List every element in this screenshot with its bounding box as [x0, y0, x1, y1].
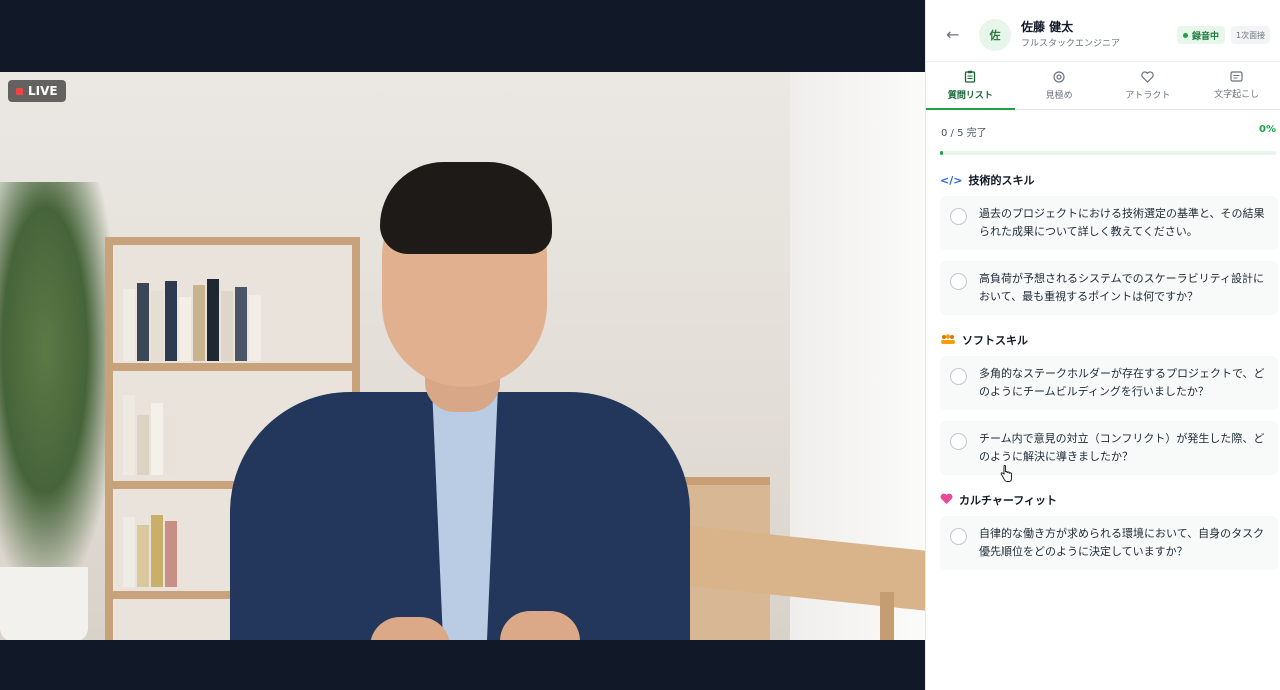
- question-item[interactable]: 過去のプロジェクトにおける技術選定の基準と、その結果られた成果について詳しく教え…: [940, 196, 1278, 250]
- tab-transcript[interactable]: 文字起こし: [1192, 62, 1280, 109]
- question-text: 自律的な働き方が求められる環境において、自身のタスク優先順位をどのように決定して…: [979, 527, 1265, 558]
- tab-label: 見極め: [1045, 90, 1073, 101]
- section-title: カルチャーフィット: [959, 494, 1058, 507]
- tab-label: 質問リスト: [947, 91, 993, 101]
- live-label: LIVE: [28, 84, 58, 98]
- candidate-role: フルスタックエンジニア: [1021, 39, 1121, 49]
- background-plant: [0, 182, 120, 602]
- interviewee: [220, 162, 700, 640]
- heart-icon: [940, 493, 953, 508]
- section-title: 技術的スキル: [968, 174, 1035, 187]
- back-arrow-icon[interactable]: ←: [946, 26, 964, 44]
- question-checkbox[interactable]: [950, 433, 967, 450]
- interview-panel: ← 佐 佐藤 健太 フルスタックエンジニア 録音中 1次面接 質問リスト 見極め…: [925, 0, 1280, 690]
- question-text: 過去のプロジェクトにおける技術選定の基準と、その結果られた成果について詳しく教え…: [979, 207, 1265, 238]
- live-badge: LIVE: [8, 80, 66, 102]
- code-icon: </>: [940, 173, 963, 187]
- section-culture-fit: カルチャーフィット: [940, 492, 1057, 508]
- candidate-name: 佐藤 健太: [1021, 20, 1074, 34]
- question-item[interactable]: 自律的な働き方が求められる環境において、自身のタスク優先順位をどのように決定して…: [940, 516, 1278, 570]
- people-icon: [940, 333, 956, 347]
- question-checkbox[interactable]: [950, 368, 967, 385]
- progress-count: 0 / 5 完了: [941, 128, 987, 139]
- question-text: 多角的なステークホルダーが存在するプロジェクトで、どのようにチームビルディングを…: [979, 367, 1265, 398]
- question-text: チーム内で意見の対立（コンフリクト）が発生した際、どのように解決に導きましたか？: [979, 432, 1265, 463]
- progress-bar: [940, 151, 1276, 155]
- tab-question-list[interactable]: 質問リスト: [926, 62, 1015, 110]
- question-item[interactable]: チーム内で意見の対立（コンフリクト）が発生した際、どのように解決に導きましたか？: [940, 421, 1278, 475]
- question-checkbox[interactable]: [950, 528, 967, 545]
- progress-percent: 0%: [1259, 124, 1276, 135]
- avatar: 佐: [979, 19, 1011, 51]
- panel-tabs: 質問リスト 見極め アトラクト 文字起こし: [926, 62, 1280, 110]
- recording-badge: 録音中: [1177, 26, 1226, 44]
- transcript-icon: [1230, 71, 1243, 84]
- recording-label: 録音中: [1192, 31, 1220, 42]
- question-checkbox[interactable]: [950, 208, 967, 225]
- candidate-header: ← 佐 佐藤 健太 フルスタックエンジニア 録音中 1次面接: [926, 8, 1280, 62]
- progress-bar-fill: [940, 151, 943, 155]
- question-item[interactable]: 多角的なステークホルダーが存在するプロジェクトで、どのようにチームビルディングを…: [940, 356, 1278, 410]
- section-technical-skills: </> 技術的スキル: [940, 172, 1034, 188]
- tab-evaluation[interactable]: 見極め: [1015, 62, 1104, 109]
- hand-cursor-icon: [1000, 465, 1012, 482]
- tab-attract[interactable]: アトラクト: [1104, 62, 1193, 109]
- video-feed: [0, 72, 925, 640]
- clipboard-icon: [964, 70, 976, 85]
- question-checkbox[interactable]: [950, 273, 967, 290]
- tab-label: アトラクト: [1125, 90, 1171, 101]
- live-indicator-icon: [16, 87, 23, 95]
- interview-stage-badge: 1次面接: [1231, 26, 1271, 44]
- recording-dot-icon: [1183, 32, 1188, 38]
- target-icon: [1053, 70, 1065, 85]
- tab-label: 文字起こし: [1214, 90, 1260, 100]
- section-soft-skills: ソフトスキル: [940, 332, 1028, 348]
- heart-icon: [1141, 70, 1155, 85]
- video-area: LIVE: [0, 0, 925, 690]
- question-item[interactable]: 高負荷が予想されるシステムでのスケーラビリティ設計において、最も重視するポイント…: [940, 261, 1278, 315]
- section-title: ソフトスキル: [962, 334, 1028, 347]
- question-text: 高負荷が予想されるシステムでのスケーラビリティ設計において、最も重視するポイント…: [979, 272, 1265, 303]
